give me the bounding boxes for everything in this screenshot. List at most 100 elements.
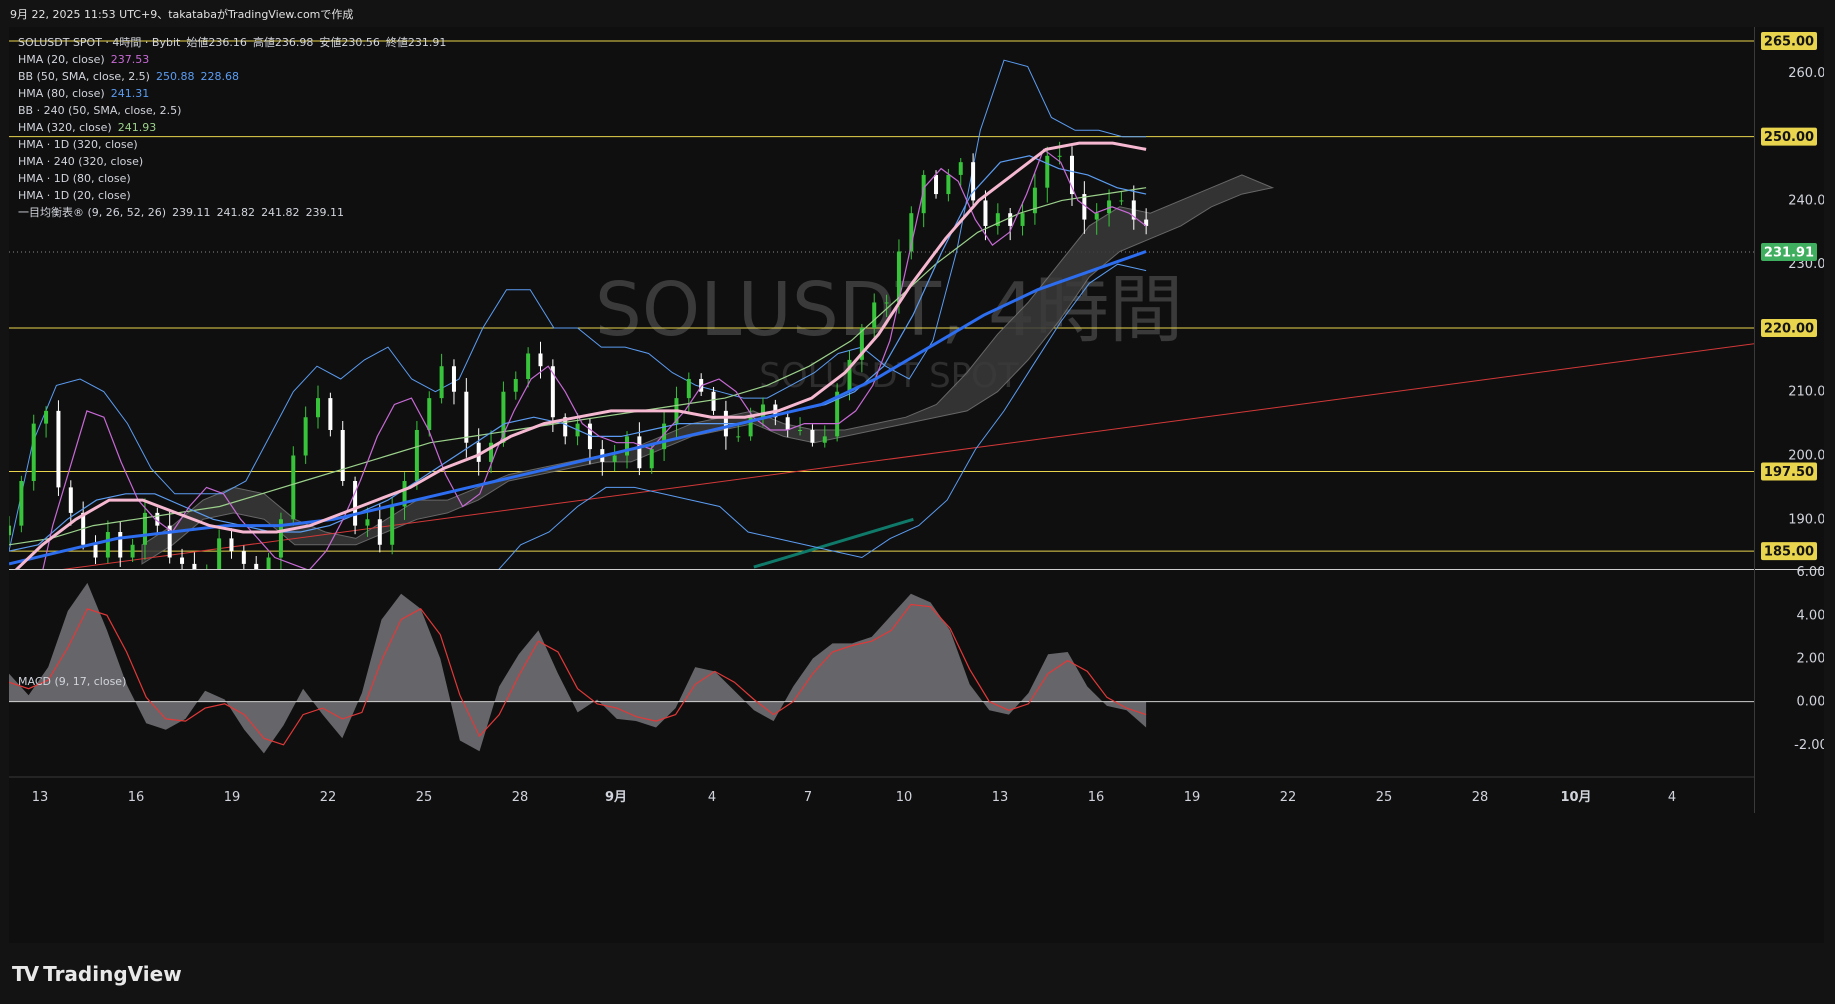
candle-body[interactable]: [637, 436, 642, 469]
candle-body[interactable]: [736, 436, 741, 438]
legend-row[interactable]: 一目均衡表® (9, 26, 52, 26) 239.11 241.82 241.82…: [18, 204, 446, 221]
candle-body[interactable]: [192, 563, 197, 577]
legend-row[interactable]: HMA (320, close) 241.93: [18, 119, 446, 136]
candle-body[interactable]: [390, 506, 395, 545]
legend-row[interactable]: BB · 240 (50, SMA, close, 2.5): [18, 102, 446, 119]
candle-body[interactable]: [254, 563, 259, 577]
legend-value: 終値231.91: [385, 36, 447, 49]
legend-label: HMA · 1D (320, close): [18, 138, 138, 151]
candle-body[interactable]: [56, 410, 61, 488]
candle-body[interactable]: [93, 544, 98, 558]
candle-body[interactable]: [414, 429, 419, 482]
macd-pane[interactable]: [9, 582, 1754, 754]
tradingview-logo-icon: TV: [12, 962, 39, 986]
candle-body[interactable]: [686, 378, 691, 399]
legend-label: HMA (320, close): [18, 121, 112, 134]
time-tick-label: 28: [1472, 790, 1489, 805]
candle-body[interactable]: [328, 398, 333, 430]
candle-body[interactable]: [983, 200, 988, 226]
time-tick-label: 10: [896, 790, 913, 805]
candle-body[interactable]: [1008, 213, 1013, 226]
candle-body[interactable]: [217, 538, 222, 570]
legend-row[interactable]: HMA · 1D (20, close): [18, 187, 446, 204]
price-tick-label: 200.00: [1788, 448, 1824, 463]
candle-body[interactable]: [31, 423, 36, 482]
candle-body[interactable]: [711, 391, 716, 411]
candle-body[interactable]: [798, 429, 803, 431]
candle-body[interactable]: [180, 557, 185, 564]
candle-body[interactable]: [464, 391, 469, 443]
candle-body[interactable]: [291, 455, 296, 520]
legend-value: 239.11: [305, 206, 345, 219]
candle-body[interactable]: [526, 353, 531, 379]
candle-body[interactable]: [822, 436, 827, 443]
candle-body[interactable]: [427, 398, 432, 430]
candle-body[interactable]: [1119, 200, 1124, 202]
candle-body[interactable]: [44, 410, 49, 424]
candle-body[interactable]: [340, 429, 345, 482]
legend-value: 250.88: [155, 70, 195, 83]
teal-trend-line[interactable]: [753, 517, 914, 569]
candle-body[interactable]: [439, 366, 444, 399]
legend-row[interactable]: SOLUSDT SPOT · 4時間 · Bybit 始値236.16 高値236.…: [18, 34, 446, 51]
candle-body[interactable]: [513, 378, 518, 392]
candle-body[interactable]: [934, 174, 939, 195]
time-tick-label: 13: [32, 790, 49, 805]
candle-body[interactable]: [241, 551, 246, 564]
legend-row[interactable]: HMA · 1D (80, close): [18, 170, 446, 187]
candle-body[interactable]: [538, 353, 543, 367]
candle-body[interactable]: [971, 162, 976, 201]
candle-body[interactable]: [377, 519, 382, 545]
price-label-text: 250.00: [1764, 130, 1814, 145]
candle-body[interactable]: [884, 302, 889, 304]
candle-body[interactable]: [68, 487, 73, 513]
candle-body[interactable]: [649, 449, 654, 469]
candle-body[interactable]: [958, 162, 963, 175]
candle-body[interactable]: [810, 429, 815, 443]
candle-body[interactable]: [118, 532, 123, 558]
candle-body[interactable]: [303, 417, 308, 456]
time-tick-label: 22: [1280, 790, 1297, 805]
time-tick-label: 16: [128, 790, 145, 805]
ichimoku-cloud: [141, 174, 1275, 565]
candle-body[interactable]: [872, 302, 877, 328]
candle-body[interactable]: [1020, 213, 1025, 226]
candle-body[interactable]: [946, 174, 951, 195]
legend-value: 239.11: [172, 206, 211, 219]
candle-body[interactable]: [1057, 155, 1062, 157]
legend-label: BB · 240 (50, SMA, close, 2.5): [18, 104, 182, 117]
price-tick-label: 240.00: [1788, 193, 1824, 208]
candle-body[interactable]: [1045, 155, 1050, 188]
legend-row[interactable]: HMA · 1D (320, close): [18, 136, 446, 153]
legend-value: 高値236.98: [252, 36, 314, 49]
candle-body[interactable]: [316, 398, 321, 418]
legend-label: HMA · 1D (80, close): [18, 172, 131, 185]
candle-body[interactable]: [1094, 213, 1099, 220]
candle-body[interactable]: [105, 532, 110, 558]
legend-row[interactable]: HMA (20, close) 237.53: [18, 51, 446, 68]
legend-label: 一目均衡表® (9, 26, 52, 26): [18, 206, 167, 219]
time-tick-label: 25: [416, 790, 433, 805]
candle-body[interactable]: [625, 436, 630, 456]
candle-body[interactable]: [785, 417, 790, 430]
legend-row[interactable]: HMA (80, close) 241.31: [18, 85, 446, 102]
candle-body[interactable]: [9, 525, 11, 536]
candle-body[interactable]: [130, 544, 135, 558]
price-label-text: 265.00: [1764, 35, 1814, 50]
legend-label: BB (50, SMA, close, 2.5): [18, 70, 150, 83]
tradingview-logo[interactable]: TV TradingView: [12, 962, 182, 986]
macd-tick-label: 6.00: [1797, 565, 1824, 580]
legend-row[interactable]: HMA · 240 (320, close): [18, 153, 446, 170]
macd-area: [9, 582, 1147, 754]
legend-label: HMA (20, close): [18, 53, 105, 66]
candle-body[interactable]: [205, 570, 209, 576]
candle-body[interactable]: [612, 455, 617, 462]
candle-body[interactable]: [266, 557, 271, 577]
candle-body[interactable]: [365, 519, 370, 526]
candle-body[interactable]: [451, 366, 456, 392]
candle-body[interactable]: [19, 481, 24, 526]
time-tick-label: 9月: [605, 790, 627, 805]
candle-body[interactable]: [353, 481, 358, 526]
legend-row[interactable]: BB (50, SMA, close, 2.5) 250.88 228.68: [18, 68, 446, 85]
candle-body[interactable]: [229, 538, 234, 552]
